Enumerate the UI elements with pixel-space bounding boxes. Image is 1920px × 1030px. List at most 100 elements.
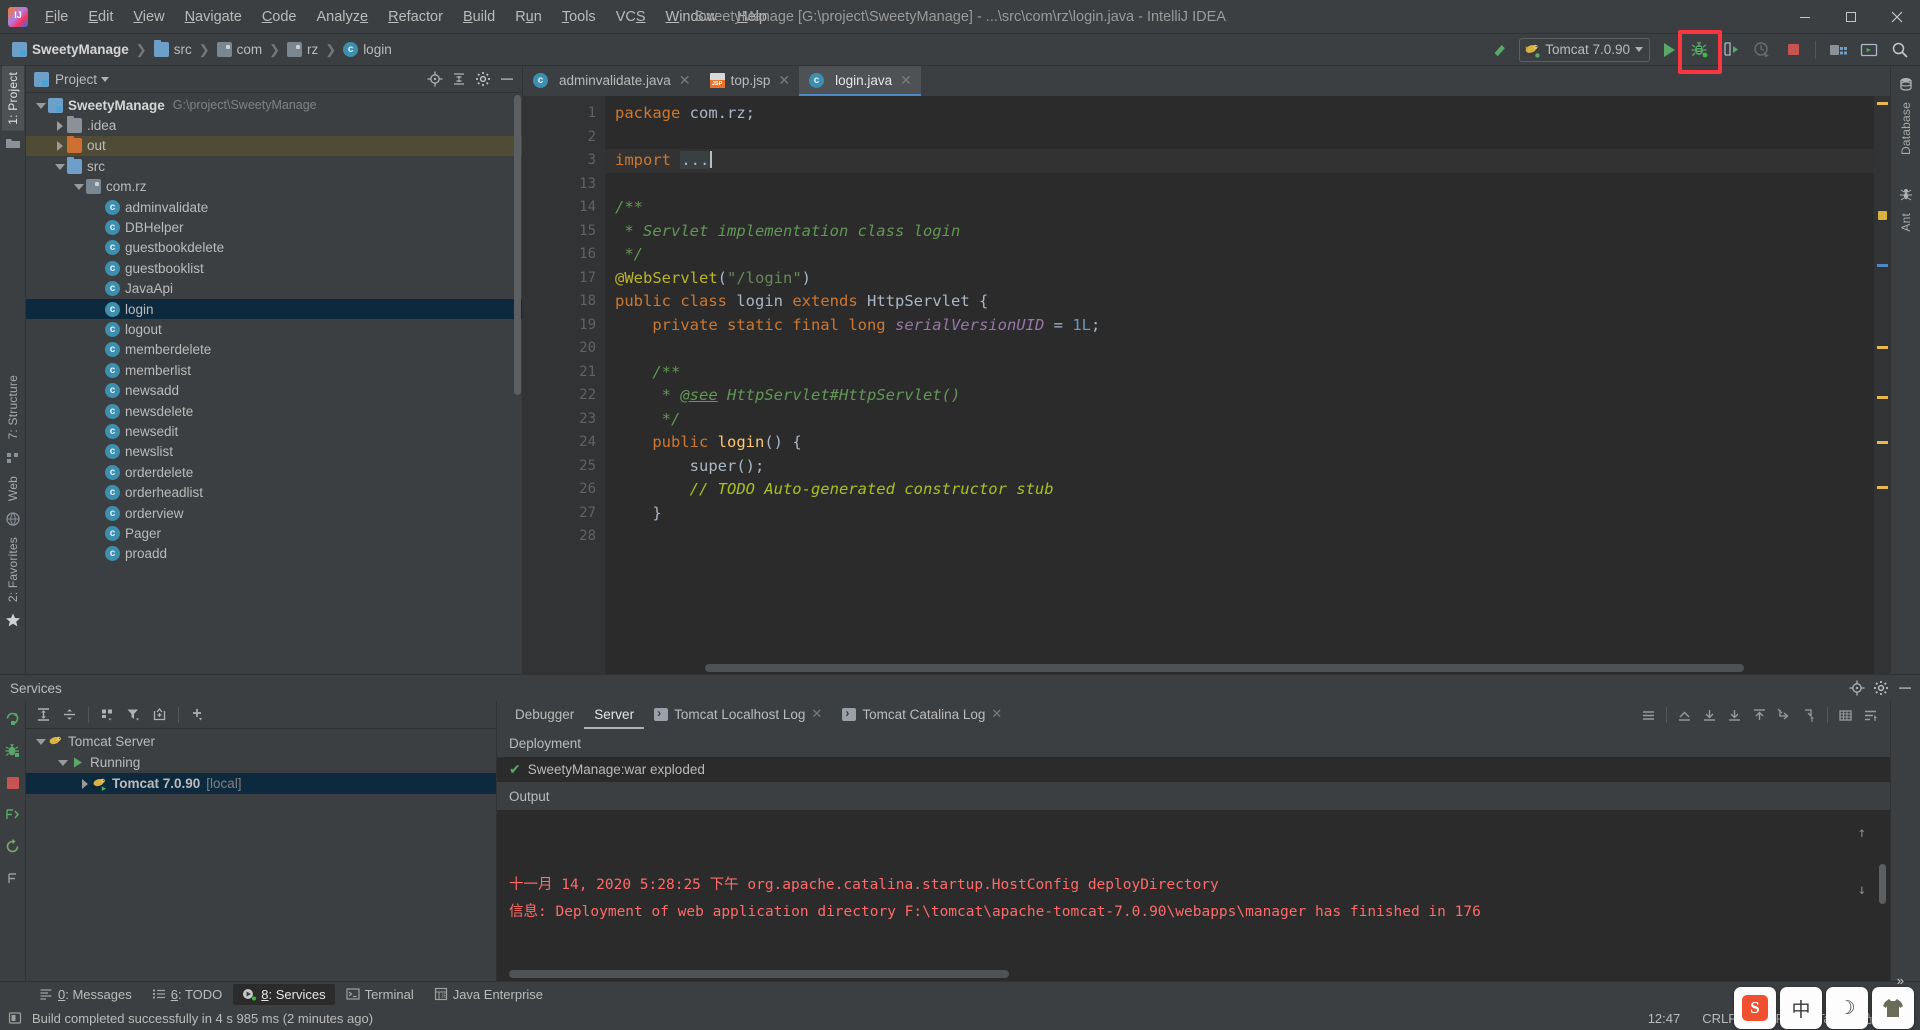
chevron-down-icon[interactable]: [56, 756, 69, 769]
marker-warning[interactable]: [1877, 396, 1888, 399]
gutter-line-number[interactable]: 22: [523, 384, 605, 408]
close-tab-icon[interactable]: ✕: [900, 72, 912, 89]
scroll-up-icon[interactable]: [1748, 704, 1771, 727]
ime-mode-button[interactable]: ☽: [1826, 987, 1868, 1029]
log-tab-debugger[interactable]: Debugger: [505, 701, 584, 729]
gutter-line-number[interactable]: 28: [523, 525, 605, 549]
chevron-down-icon[interactable]: [72, 180, 85, 193]
gear-icon[interactable]: [472, 68, 494, 90]
chevron-down-icon[interactable]: [101, 76, 110, 82]
menu-analyze[interactable]: Analyze: [308, 5, 378, 29]
ime-skin-button[interactable]: [1872, 987, 1914, 1029]
stop-button[interactable]: [1779, 37, 1807, 63]
run-configuration-selector[interactable]: Tomcat 7.0.90: [1519, 37, 1650, 62]
filter-log-icon[interactable]: [1859, 704, 1882, 727]
marker-warning[interactable]: [1877, 486, 1888, 489]
menu-vcs[interactable]: VCS: [607, 5, 655, 29]
breadcrumb-item-src[interactable]: src: [150, 40, 196, 59]
tree-node-orderdelete[interactable]: orderdelete: [26, 462, 522, 482]
project-folder-icon[interactable]: [5, 135, 21, 151]
locate-icon[interactable]: [1846, 677, 1868, 699]
code-line[interactable]: public class login extends HttpServlet {: [605, 290, 1874, 314]
sidebar-item-ant[interactable]: Ant: [1895, 207, 1917, 238]
debug-icon[interactable]: [1, 739, 24, 762]
gutter-line-number[interactable]: 2: [523, 126, 605, 150]
print-icon[interactable]: [1834, 704, 1857, 727]
collapse-all-icon[interactable]: [448, 68, 470, 90]
rerun-icon[interactable]: [1, 707, 24, 730]
add-frame-icon[interactable]: [148, 703, 171, 726]
tree-node-orderheadlist[interactable]: orderheadlist: [26, 482, 522, 502]
code-line[interactable]: private static final long serialVersionU…: [605, 314, 1874, 338]
tree-node-guestbooklist[interactable]: guestbooklist: [26, 258, 522, 278]
run-with-coverage-button[interactable]: [1717, 37, 1745, 63]
gear-icon[interactable]: [1870, 677, 1892, 699]
editor-tab-adminvalidate-java[interactable]: adminvalidate.java ✕: [523, 66, 700, 96]
code-line[interactable]: */: [605, 243, 1874, 267]
tree-node-newslist[interactable]: newslist: [26, 442, 522, 462]
tree-node-memberlist[interactable]: memberlist: [26, 360, 522, 380]
editor-marker-column[interactable]: [1874, 96, 1890, 674]
tool-window-button-0--messages[interactable]: 0: Messages: [30, 984, 141, 1005]
scroll-end-icon[interactable]: [1723, 704, 1746, 727]
sidebar-item-database[interactable]: Database: [1895, 96, 1917, 161]
gutter-line-number[interactable]: 13: [523, 173, 605, 197]
tree-node-src[interactable]: src: [26, 156, 522, 176]
maximize-button[interactable]: [1828, 0, 1874, 34]
chevron-down-icon[interactable]: [34, 735, 47, 748]
expand-all-icon[interactable]: [32, 703, 55, 726]
gutter-line-number[interactable]: 27: [523, 502, 616, 526]
close-log-tab-icon[interactable]: ✕: [991, 706, 1002, 722]
project-tree[interactable]: SweetyManage G:\project\SweetyManage .idea…: [26, 93, 522, 674]
tool-window-button-8--services[interactable]: 8: Services: [233, 983, 335, 1005]
gutter-line-number[interactable]: 25: [523, 455, 605, 479]
ime-language-button[interactable]: 中: [1780, 987, 1822, 1029]
menu-window[interactable]: Window: [657, 5, 727, 29]
code-line[interactable]: */: [605, 408, 1874, 432]
database-icon[interactable]: [1898, 76, 1914, 92]
scroll-down-icon[interactable]: [1698, 704, 1721, 727]
scroll-down-arrow-icon[interactable]: ↓: [1858, 877, 1866, 904]
gutter-line-number[interactable]: 24: [523, 431, 616, 455]
menu-build[interactable]: Build: [454, 5, 504, 29]
tree-node-adminvalidate[interactable]: adminvalidate: [26, 197, 522, 217]
gutter-line-number[interactable]: 14: [523, 196, 616, 220]
deployment-item[interactable]: ✔ SweetyManage:war exploded: [497, 757, 1890, 782]
star-icon[interactable]: [5, 612, 21, 628]
editor-code-area[interactable]: package com.rz; import ... /** * Servlet…: [605, 96, 1874, 674]
minimize-button[interactable]: [1782, 0, 1828, 34]
collapse-all-icon[interactable]: [58, 703, 81, 726]
menu-tools[interactable]: Tools: [553, 5, 605, 29]
breadcrumb-item-com[interactable]: com: [213, 40, 267, 59]
marker-change[interactable]: [1877, 264, 1888, 267]
log-tab-tomcat-localhost-log[interactable]: Tomcat Localhost Log ✕: [644, 701, 832, 729]
locate-icon[interactable]: [424, 68, 446, 90]
console-vertical-scrollbar[interactable]: [1879, 864, 1886, 904]
gutter-line-number[interactable]: 26: [523, 478, 605, 502]
tree-node-newsadd[interactable]: newsadd: [26, 380, 522, 400]
tree-node-proadd[interactable]: proadd: [26, 544, 522, 564]
tree-node-newsedit[interactable]: newsedit: [26, 421, 522, 441]
sidebar-item-web[interactable]: Web: [2, 470, 24, 507]
scroll-top-icon[interactable]: [1673, 704, 1696, 727]
close-tab-icon[interactable]: ✕: [679, 72, 691, 89]
chevron-right-icon[interactable]: [53, 119, 66, 132]
breadcrumb-item-rz[interactable]: rz: [283, 40, 322, 59]
menu-file[interactable]: File: [36, 5, 77, 29]
tree-node-login[interactable]: login: [26, 298, 522, 320]
services-tree[interactable]: Tomcat Server Running Tomcat 7.0.90 [local]: [26, 729, 496, 981]
tree-node-out[interactable]: out: [26, 135, 522, 157]
hide-panel-icon[interactable]: [1894, 677, 1916, 699]
tree-node-memberdelete[interactable]: memberdelete: [26, 340, 522, 360]
close-tab-icon[interactable]: ✕: [778, 72, 790, 89]
services-tree-node-tomcat-server[interactable]: Tomcat Server: [26, 731, 496, 752]
status-line-separator[interactable]: CRLF: [1702, 1011, 1736, 1026]
soft-wrap-icon[interactable]: [1773, 704, 1796, 727]
code-line[interactable]: /**: [605, 196, 1874, 220]
menu-navigate[interactable]: Navigate: [176, 5, 251, 29]
open-in-browser-button[interactable]: [1855, 37, 1883, 63]
chevron-right-icon[interactable]: [53, 139, 66, 152]
indent-icon[interactable]: [1798, 704, 1821, 727]
marker-warning[interactable]: [1877, 346, 1888, 349]
log-tab-tomcat-catalina-log[interactable]: Tomcat Catalina Log ✕: [832, 701, 1012, 729]
